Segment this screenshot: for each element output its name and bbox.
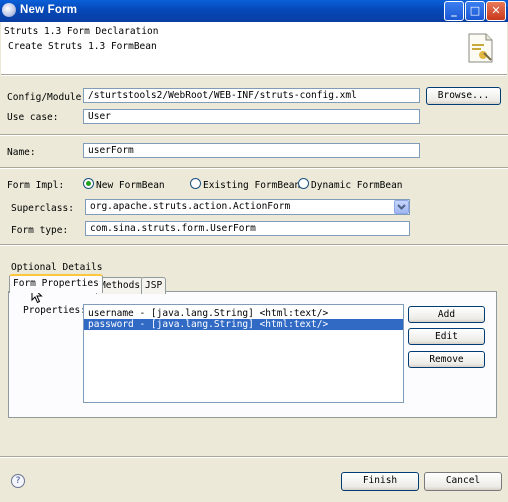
radio-dynamic-formbean[interactable]: [298, 178, 309, 189]
section-separator: [0, 167, 508, 169]
optional-details-label: Optional Details: [11, 262, 103, 273]
superclass-value: org.apache.struts.action.ActionForm: [90, 201, 291, 212]
remove-button[interactable]: Remove: [408, 351, 485, 368]
chevron-down-icon: [397, 204, 406, 210]
section-separator: [0, 244, 508, 246]
help-icon[interactable]: ?: [11, 474, 25, 488]
close-icon: ✕: [491, 4, 501, 17]
close-button[interactable]: ✕: [486, 1, 506, 21]
superclass-dropdown-button[interactable]: [394, 200, 409, 214]
superclass-select[interactable]: org.apache.struts.action.ActionForm: [85, 199, 410, 215]
tab-methods[interactable]: Methods: [96, 277, 145, 294]
properties-label: Properties:: [23, 305, 86, 316]
add-button[interactable]: Add: [408, 306, 485, 323]
radio-new-formbean-label[interactable]: New FormBean: [96, 180, 165, 191]
radio-existing-formbean[interactable]: [190, 178, 201, 189]
radio-new-formbean[interactable]: [83, 178, 94, 189]
name-label: Name:: [7, 147, 36, 158]
finish-button[interactable]: Finish: [341, 472, 419, 491]
properties-list[interactable]: username - [java.lang.String] <html:text…: [83, 304, 404, 403]
header-separator: [1, 74, 507, 76]
window-title: New Form: [20, 4, 78, 16]
minimize-button[interactable]: _: [444, 1, 464, 21]
wizard-banner-icon: [468, 33, 493, 63]
wizard-description: Create Struts 1.3 FormBean: [8, 41, 157, 52]
footer-separator: [0, 456, 508, 458]
app-icon[interactable]: [2, 3, 16, 17]
maximize-icon: □: [469, 4, 481, 17]
tab-jsp[interactable]: JSP: [141, 277, 167, 294]
title-bar[interactable]: New Form _ □ ✕: [0, 0, 508, 22]
name-field[interactable]: userForm: [83, 143, 420, 158]
form-type-field[interactable]: com.sina.struts.form.UserForm: [85, 221, 410, 236]
radio-dynamic-formbean-label[interactable]: Dynamic FormBean: [311, 180, 403, 191]
config-module-label: Config/Module:: [7, 92, 88, 103]
browse-button[interactable]: Browse...: [426, 87, 501, 105]
wizard-title: Struts 1.3 Form Declaration: [4, 26, 159, 37]
form-type-label: Form type:: [11, 225, 69, 236]
maximize-button[interactable]: □: [465, 1, 485, 21]
tab-form-properties[interactable]: Form Properties: [9, 274, 103, 293]
superclass-label: Superclass:: [11, 203, 74, 214]
list-item-selected[interactable]: password - [java.lang.String] <html:text…: [84, 319, 403, 330]
minimize-icon: _: [451, 4, 457, 17]
config-module-field[interactable]: /sturtstools2/WebRoot/WEB-INF/struts-con…: [83, 88, 420, 103]
list-item[interactable]: username - [java.lang.String] <html:text…: [84, 308, 403, 319]
section-separator: [0, 134, 508, 136]
use-case-field[interactable]: User: [83, 109, 420, 124]
radio-existing-formbean-label[interactable]: Existing FormBean: [203, 180, 300, 191]
edit-button[interactable]: Edit: [408, 328, 485, 345]
use-case-label: Use case:: [7, 112, 59, 123]
cancel-button[interactable]: Cancel: [424, 472, 502, 491]
form-impl-label: Form Impl:: [7, 180, 65, 191]
